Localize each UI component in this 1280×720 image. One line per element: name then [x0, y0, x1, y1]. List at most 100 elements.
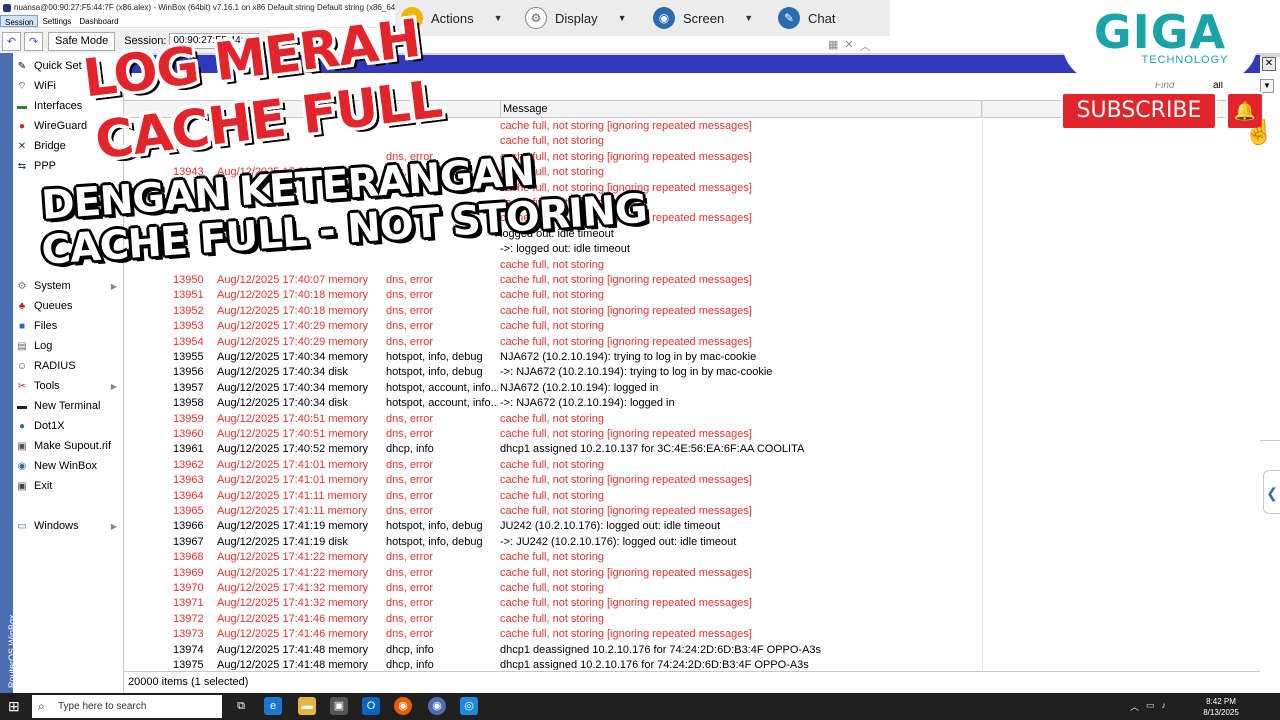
clock-date: 8/13/2025 — [1203, 708, 1239, 717]
file-explorer-icon[interactable]: ▬ — [298, 697, 316, 715]
log-row[interactable]: 13956 Aug/12/2025 17:40:34 disk hotspot, i… — [124, 365, 1260, 380]
log-row[interactable]: 13967 Aug/12/2025 17:41:19 disk hotspot, i… — [124, 535, 1260, 550]
task-view-icon[interactable]: ⧉ — [232, 697, 250, 715]
recorder-taskbar-icon[interactable]: ◎ — [460, 697, 478, 715]
log-row[interactable]: 13966 Aug/12/2025 17:41:19 memory hotspot,… — [124, 519, 1260, 534]
sidebar-item-queues[interactable]: ♣ Queues — [15, 296, 123, 316]
log-cell-message: cache full, not storing [ignoring repeat… — [500, 274, 752, 286]
chat-button[interactable]: ✎ Chat — [772, 7, 872, 29]
sidebar-item-tools[interactable]: ✂ Tools ▶ — [15, 376, 123, 396]
menu-session[interactable]: Session — [0, 15, 39, 27]
sidebar-item-files[interactable]: ■ Files — [15, 316, 123, 336]
sidebar-item-label: Tools — [34, 380, 60, 392]
display-button[interactable]: ⚙ Display ▼ — [519, 7, 647, 29]
winbox-taskbar-icon[interactable]: ◉ — [428, 697, 446, 715]
sidebar-item-windows[interactable]: ▭ Windows ▶ — [15, 516, 123, 536]
recorder-mini-icons: ▦ ✕ ︿ — [828, 38, 888, 53]
firefox-icon[interactable]: ◉ — [394, 697, 412, 715]
log-row[interactable]: 13959 Aug/12/2025 17:40:51 memory dns, err… — [124, 412, 1260, 427]
undo-icon[interactable]: ↶ — [2, 31, 21, 51]
log-row[interactable]: 13972 Aug/12/2025 17:41:46 memory dns, err… — [124, 612, 1260, 627]
close-icon[interactable]: ✕ — [1262, 57, 1276, 71]
log-cell-time: Aug/12/2025 17:40:29 memory — [217, 335, 369, 348]
chevron-up-icon[interactable]: ︿ — [1130, 700, 1139, 713]
log-cell-number: 13963 — [173, 474, 204, 487]
chevron-up-icon[interactable]: ︿ — [860, 38, 871, 53]
taskbar-search-input[interactable]: ⌕ Type here to search — [32, 695, 222, 718]
display-label: Display — [555, 10, 598, 26]
dropdown-arrow-icon[interactable]: ▼ — [1260, 79, 1274, 93]
sidebar-item-log[interactable]: ▤ Log — [15, 336, 123, 356]
queues-icon: ♣ — [18, 300, 26, 312]
log-row[interactable]: 13965 Aug/12/2025 17:41:11 memory dns, err… — [124, 504, 1260, 519]
menu-settings[interactable]: Settings — [38, 15, 75, 27]
column-divider — [982, 100, 983, 670]
log-row[interactable]: 13968 Aug/12/2025 17:41:22 memory dns, err… — [124, 550, 1260, 565]
edge-icon[interactable]: e — [264, 697, 282, 715]
network-icon[interactable]: ▭ — [1146, 700, 1155, 713]
log-cell-number: 13956 — [173, 366, 204, 379]
log-row[interactable]: 13952 Aug/12/2025 17:40:18 memory dns, err… — [124, 304, 1260, 319]
log-cell-number: 13951 — [173, 289, 204, 302]
log-cell-time: Aug/12/2025 17:41:32 memory — [217, 597, 369, 610]
log-row[interactable]: 13957 Aug/12/2025 17:40:34 memory hotspot,… — [124, 381, 1260, 396]
log-cell-topics: dns, error — [386, 566, 434, 579]
log-row[interactable]: 13954 Aug/12/2025 17:40:29 memory dns, err… — [124, 335, 1260, 350]
log-row[interactable]: dns, error cache full, not storing [ignor… — [124, 150, 1260, 165]
log-row[interactable]: 13964 Aug/12/2025 17:41:11 memory dns, err… — [124, 489, 1260, 504]
log-cell-time: Aug/12/2025 17:41:48 memory — [217, 659, 369, 670]
sidebar-item-new-terminal[interactable]: ▬ New Terminal — [15, 396, 123, 416]
clock-time: 8:42 PM — [1206, 697, 1236, 706]
log-row[interactable]: cache full, not storing — [124, 258, 1260, 273]
sidebar-item-exit[interactable]: ▣ Exit — [15, 476, 123, 496]
log-row[interactable]: 13971 Aug/12/2025 17:41:32 memory dns, err… — [124, 596, 1260, 611]
grid-icon[interactable]: ▦ — [828, 38, 838, 52]
log-cell-message: cache full, not storing [ignoring repeat… — [500, 505, 752, 517]
log-row[interactable]: 13951 Aug/12/2025 17:40:18 memory dns, err… — [124, 288, 1260, 303]
log-row[interactable]: 13961 Aug/12/2025 17:40:52 memory dhcp, in… — [124, 442, 1260, 457]
log-cell-number: 13954 — [173, 335, 204, 348]
log-cell-number: 13957 — [173, 381, 204, 394]
log-cell-topics: dns, error — [386, 628, 434, 641]
log-row[interactable]: 13953 Aug/12/2025 17:40:29 memory dns, err… — [124, 319, 1260, 334]
screen-button[interactable]: ◉ Screen ▼ — [647, 7, 772, 29]
log-row[interactable]: 13969 Aug/12/2025 17:41:22 memory dns, err… — [124, 566, 1260, 581]
sidebar-item-new-winbox[interactable]: ◉ New WinBox — [15, 456, 123, 476]
log-row[interactable]: 13962 Aug/12/2025 17:41:01 memory dns, err… — [124, 458, 1260, 473]
subscribe-button[interactable]: SUBSCRIBE — [1061, 92, 1217, 130]
log-cell-topics: dns, error — [386, 304, 434, 317]
log-row[interactable]: 13970 Aug/12/2025 17:41:32 memory dns, err… — [124, 581, 1260, 596]
menu-dashboard[interactable]: Dashboard — [75, 15, 122, 27]
log-cell-time: Aug/12/2025 17:40:18 memory — [217, 304, 369, 317]
log-cell-time: Aug/12/2025 17:41:22 memory — [217, 566, 369, 579]
collapse-icon[interactable]: ✕ — [844, 38, 853, 52]
log-cell-message: cache full, not storing — [500, 166, 604, 179]
log-cell-message: dhcp1 assigned 10.2.10.137 for 3C:4E:56:… — [500, 443, 805, 456]
sidebar-item-label: Queues — [34, 300, 73, 312]
sidebar-item-make-supout[interactable]: ▣ Make Supout.rif — [15, 436, 123, 456]
sidebar-item-system[interactable]: ⚙ System ▶ — [15, 276, 123, 296]
log-row[interactable]: 13974 Aug/12/2025 17:41:48 memory dhcp, in… — [124, 643, 1260, 658]
log-row[interactable]: 13955 Aug/12/2025 17:40:34 memory hotspot,… — [124, 350, 1260, 365]
volume-icon[interactable]: ♪ — [1162, 700, 1167, 713]
log-row[interactable]: 13975 Aug/12/2025 17:41:48 memory dhcp, in… — [124, 658, 1260, 670]
sidebar-item-label: Windows — [34, 520, 79, 532]
sidebar-item-dot1x[interactable]: ● Dot1X — [15, 416, 123, 436]
windows-start-icon[interactable]: ⊞ — [8, 699, 23, 714]
outlook-icon[interactable]: O — [362, 697, 380, 715]
log-row[interactable]: 13963 Aug/12/2025 17:41:01 memory dns, err… — [124, 473, 1260, 488]
redo-icon[interactable]: ↷ — [24, 31, 43, 51]
taskbar-clock[interactable]: 8:42 PM 8/13/2025 — [1196, 696, 1246, 718]
sidebar-item-radius[interactable]: ☺ RADIUS — [15, 356, 123, 376]
log-row[interactable]: 13960 Aug/12/2025 17:40:51 memory dns, err… — [124, 427, 1260, 442]
log-row[interactable]: 13950 Aug/12/2025 17:40:07 memory dns, err… — [124, 273, 1260, 288]
log-cell-number: 13973 — [173, 628, 204, 641]
log-cell-time: Aug/12/2025 17:40:29 memory — [217, 320, 369, 333]
log-row[interactable]: 13973 Aug/12/2025 17:41:46 memory dns, err… — [124, 627, 1260, 642]
column-header-message[interactable]: Message — [500, 101, 982, 118]
log-row[interactable]: 13958 Aug/12/2025 17:40:34 disk hotspot, a… — [124, 396, 1260, 411]
chevron-left-icon[interactable]: ❮ — [1263, 470, 1280, 514]
log-cell-time: Aug/12/2025 17:40:34 disk — [217, 397, 348, 410]
system-tray: ︿ ▭ ♪ — [1130, 700, 1196, 713]
store-icon[interactable]: ▣ — [330, 697, 348, 715]
